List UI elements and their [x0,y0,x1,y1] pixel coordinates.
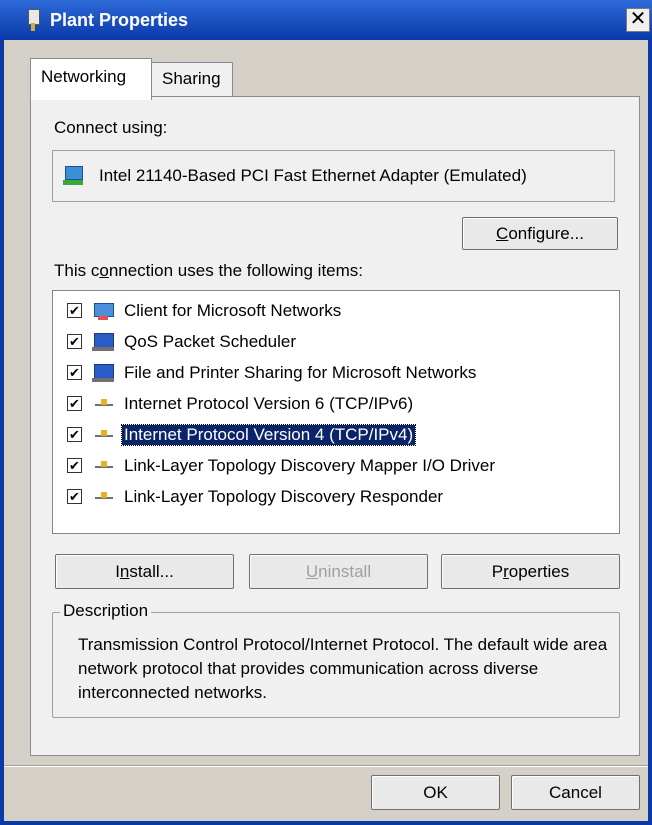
ok-button[interactable]: OK [371,775,500,810]
list-item-label-selected: Internet Protocol Version 4 (TCP/IPv4) [120,423,417,446]
list-item-label: QoS Packet Scheduler [124,331,296,351]
configure-button[interactable]: Configure... [462,217,618,250]
properties-label-post: operties [508,562,570,581]
title-bar[interactable]: Plant Properties ✕ [0,0,652,40]
install-label-post: stall... [129,562,174,581]
list-item-ipv4[interactable]: ✔ Internet Protocol Version 4 (TCP/IPv4) [53,419,619,450]
protocol-icon [92,394,116,414]
checkbox[interactable]: ✔ [67,396,82,411]
adapter-name: Intel 21140-Based PCI Fast Ethernet Adap… [99,166,527,185]
protocol-icon [92,487,116,507]
list-item-label: Client for Microsoft Networks [124,300,342,320]
list-item-lltd-responder[interactable]: ✔ Link-Layer Topology Discovery Responde… [53,481,619,512]
checkbox[interactable]: ✔ [67,365,82,380]
network-adapter-icon [26,9,40,31]
network-client-icon [92,301,116,321]
items-label-accel: o [99,261,109,280]
network-adapter-icon [63,166,83,186]
items-label-post: nnection uses the following items: [108,261,364,280]
configure-label-post: onfigure... [508,224,584,243]
protocol-icon [92,425,116,445]
list-item-ipv6[interactable]: ✔ Internet Protocol Version 6 (TCP/IPv6) [53,388,619,419]
checkbox[interactable]: ✔ [67,489,82,504]
checkbox[interactable]: ✔ [67,427,82,442]
list-item-file-and-printer-sharing[interactable]: ✔ File and Printer Sharing for Microsoft… [53,357,619,388]
checkbox[interactable]: ✔ [67,334,82,349]
checkbox[interactable]: ✔ [67,303,82,318]
computer-icon [92,332,116,352]
list-item-label: Link-Layer Topology Discovery Mapper I/O… [124,455,495,475]
cancel-button[interactable]: Cancel [511,775,640,810]
properties-button[interactable]: Properties [441,554,620,589]
separator [4,765,648,767]
items-list[interactable]: ✔ Client for Microsoft Networks ✔ QoS Pa… [52,290,620,534]
configure-label-accel: C [496,224,509,243]
install-label-accel: n [119,562,130,581]
connect-using-label: Connect using: [54,118,168,137]
list-item-qos-packet-scheduler[interactable]: ✔ QoS Packet Scheduler [53,326,619,357]
uninstall-button[interactable]: Uninstall [249,554,428,589]
checkbox[interactable]: ✔ [67,458,82,473]
tab-networking[interactable]: Networking [30,58,152,100]
properties-label-pre: P [491,562,504,581]
list-item-label: Link-Layer Topology Discovery Responder [124,486,444,506]
computer-icon [92,363,116,383]
uninstall-label-post: ninstall [318,562,372,581]
tab-networking-label: Networking [41,67,127,86]
protocol-icon [92,456,116,476]
list-item-lltd-mapper[interactable]: ✔ Link-Layer Topology Discovery Mapper I… [53,450,619,481]
tab-sharing-label: Sharing [162,69,221,88]
window-title: Plant Properties [50,9,189,30]
list-item-label: File and Printer Sharing for Microsoft N… [124,362,477,382]
install-button[interactable]: Install... [55,554,234,589]
description-legend: Description [60,601,152,621]
items-label: This connection uses the following items… [54,261,363,281]
uninstall-label-accel: U [305,562,319,581]
items-label-pre: This c [54,261,100,280]
description-text: Transmission Control Protocol/Internet P… [78,635,608,702]
tab-sharing[interactable]: Sharing [151,62,233,98]
adapter-display: Intel 21140-Based PCI Fast Ethernet Adap… [52,150,615,202]
close-button[interactable]: ✕ [626,8,650,32]
list-item-client-for-microsoft-networks[interactable]: ✔ Client for Microsoft Networks [53,295,619,326]
list-item-label: Internet Protocol Version 6 (TCP/IPv6) [124,393,414,413]
